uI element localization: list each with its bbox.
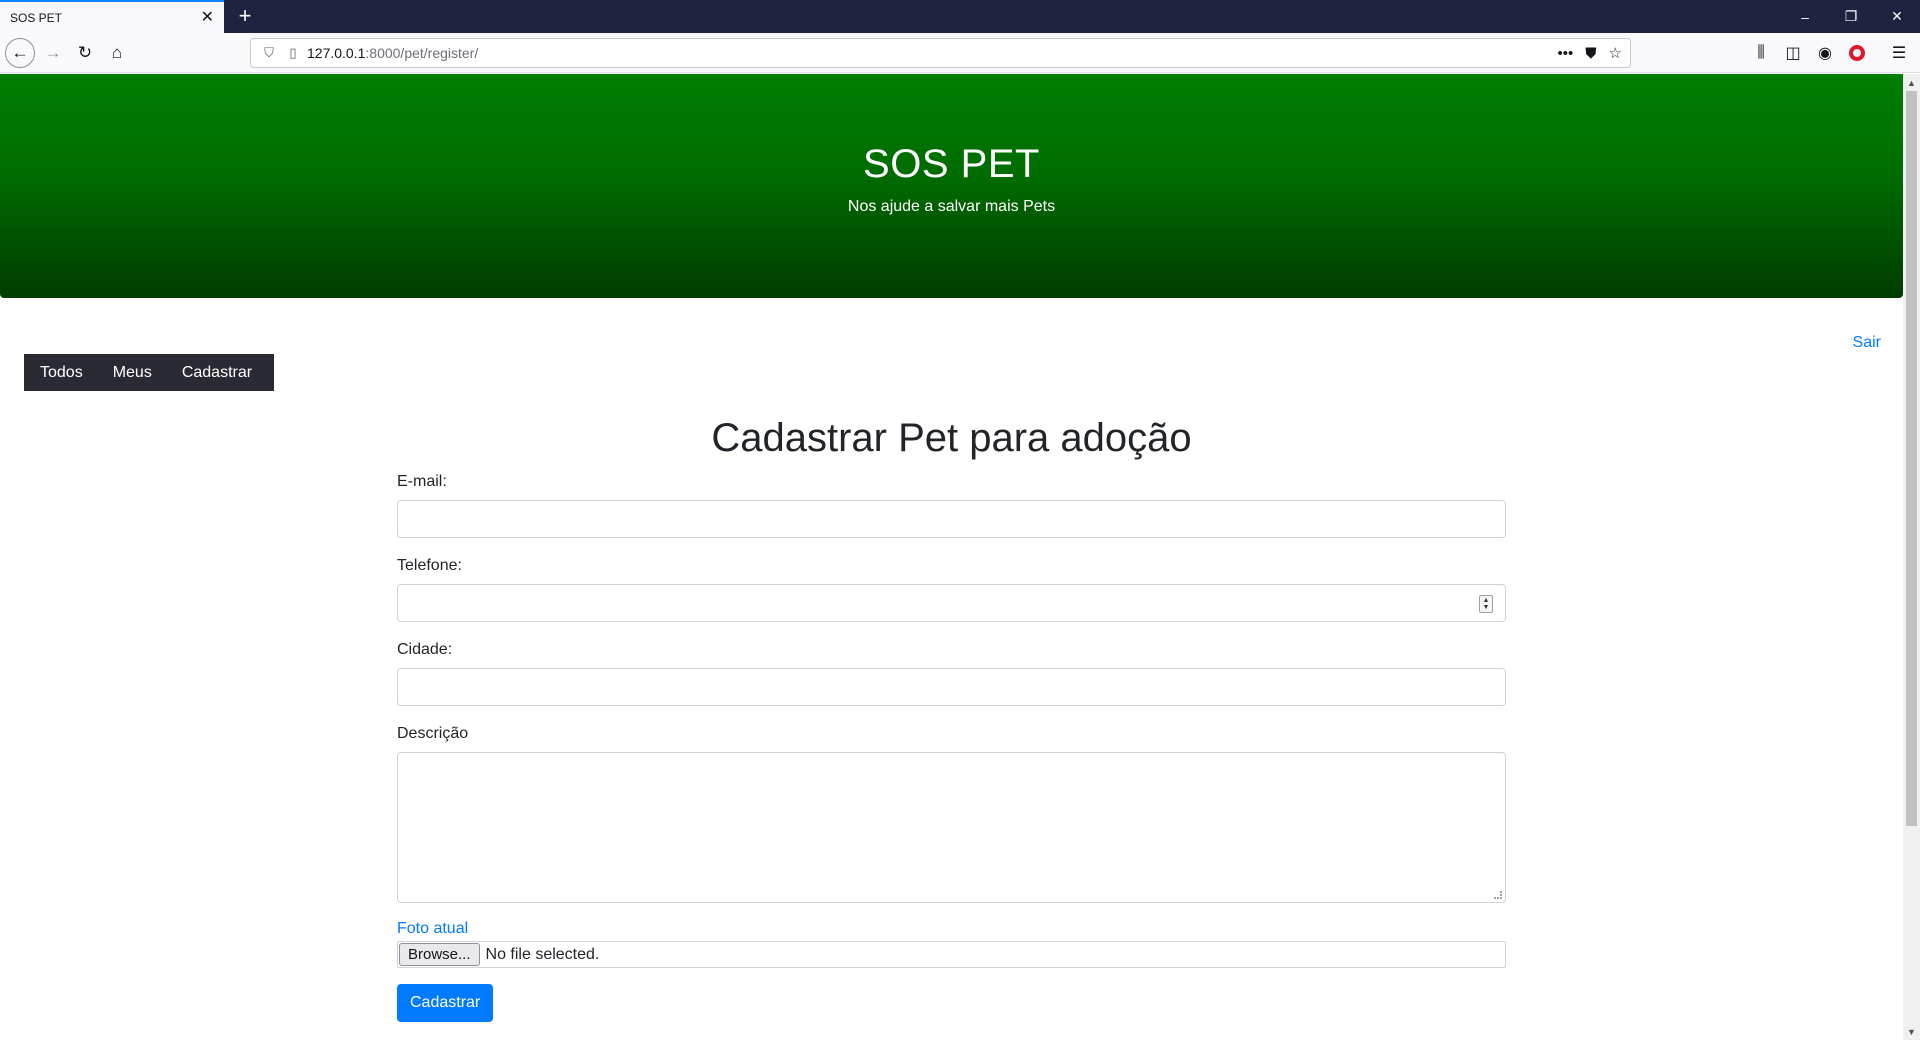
number-spinner-icon[interactable]: ▲ ▼ (1479, 595, 1493, 613)
minimize-icon[interactable]: – (1782, 0, 1828, 33)
home-icon[interactable]: ⌂ (104, 40, 130, 66)
browser-navbar: ← → ↻ ⌂ ⛉ ▯ 127.0.0.1:8000/pet/register/… (0, 33, 1920, 73)
arrow-left-icon[interactable]: ← (5, 38, 35, 68)
description-group: Descrição (397, 722, 1506, 903)
star-icon[interactable]: ☆ (1609, 44, 1622, 62)
city-group: Cidade: (397, 638, 1506, 706)
arrow-right-icon[interactable]: → (40, 40, 66, 66)
email-group: E-mail: (397, 470, 1506, 538)
page-viewport: SOS PET Nos ajude a salvar mais Pets Sai… (0, 74, 1903, 1040)
ellipsis-icon[interactable]: ••• (1558, 45, 1574, 62)
sidebar-icon[interactable]: ◫ (1780, 40, 1806, 66)
browse-button[interactable]: Browse... (399, 943, 480, 966)
file-status: No file selected. (485, 945, 600, 963)
menu-item-meus[interactable]: Meus (105, 354, 160, 391)
library-icon[interactable]: ⫼ (1748, 40, 1774, 66)
restore-icon[interactable]: ❐ (1828, 0, 1874, 33)
submit-button[interactable]: Cadastrar (397, 984, 494, 1022)
site-subtitle: Nos ajude a salvar mais Pets (847, 198, 1056, 215)
close-icon[interactable]: ✕ (201, 9, 214, 26)
menu-item-cadastrar[interactable]: Cadastrar (174, 354, 260, 391)
plus-icon[interactable]: + (232, 4, 258, 30)
description-textarea[interactable] (397, 752, 1506, 903)
scroll-down-icon[interactable]: ▼ (1903, 1023, 1920, 1040)
urlbar-actions: ••• ⛊ ☆ (1558, 44, 1622, 63)
main-menu: Todos Meus Cadastrar (24, 354, 275, 391)
page-title: Cadastrar Pet para adoção (711, 416, 1192, 460)
pocket-icon[interactable]: ⛊ (1585, 45, 1596, 62)
phone-group: Telefone: ▲ ▼ (397, 554, 1506, 622)
opera-icon[interactable] (1844, 40, 1870, 66)
resize-grip-icon[interactable] (1494, 891, 1502, 899)
toolbar-right: ⫼ ◫ ◉ ☰ (1748, 33, 1920, 73)
page-scrollbar[interactable]: ▲ ▼ (1903, 74, 1920, 1040)
url-host: 127.0.0.1 (307, 45, 366, 61)
hamburger-icon[interactable]: ☰ (1886, 40, 1912, 66)
logout-link[interactable]: Sair (1853, 334, 1881, 352)
pet-register-form: Cadastrar Pet para adoção E-mail: Telefo… (397, 414, 1506, 1022)
reload-icon[interactable]: ↻ (72, 40, 98, 66)
window-controls: – ❐ ✕ (1782, 0, 1920, 33)
url-path: :8000/pet/register/ (365, 45, 479, 61)
browser-titlebar: SOS PET ✕ + – ❐ ✕ (0, 0, 1920, 33)
city-field[interactable] (397, 668, 1506, 706)
shield-icon[interactable]: ⛉ (259, 43, 279, 63)
photo-file-input[interactable]: Browse... No file selected. (397, 941, 1506, 968)
page-icon[interactable]: ▯ (283, 43, 303, 63)
email-field[interactable] (397, 500, 1506, 538)
current-photo-link[interactable]: Foto atual (397, 919, 1506, 939)
email-label: E-mail: (397, 473, 447, 490)
city-label: Cidade: (397, 641, 453, 658)
hero-banner: SOS PET Nos ajude a salvar mais Pets (0, 74, 1903, 298)
scroll-up-icon[interactable]: ▲ (1903, 74, 1920, 91)
menu-item-todos[interactable]: Todos (32, 354, 91, 391)
window-close-icon[interactable]: ✕ (1874, 0, 1920, 33)
site-title: SOS PET (863, 142, 1040, 186)
address-bar[interactable]: ⛉ ▯ 127.0.0.1:8000/pet/register/ ••• ⛊ ☆ (250, 38, 1631, 68)
phone-field[interactable]: ▲ ▼ (397, 584, 1506, 622)
phone-label: Telefone: (397, 557, 462, 574)
browser-tab[interactable]: SOS PET ✕ (0, 0, 224, 33)
account-icon[interactable]: ◉ (1812, 40, 1838, 66)
description-label: Descrição (397, 725, 469, 742)
tab-title: SOS PET (10, 10, 63, 25)
scroll-thumb[interactable] (1906, 91, 1917, 826)
